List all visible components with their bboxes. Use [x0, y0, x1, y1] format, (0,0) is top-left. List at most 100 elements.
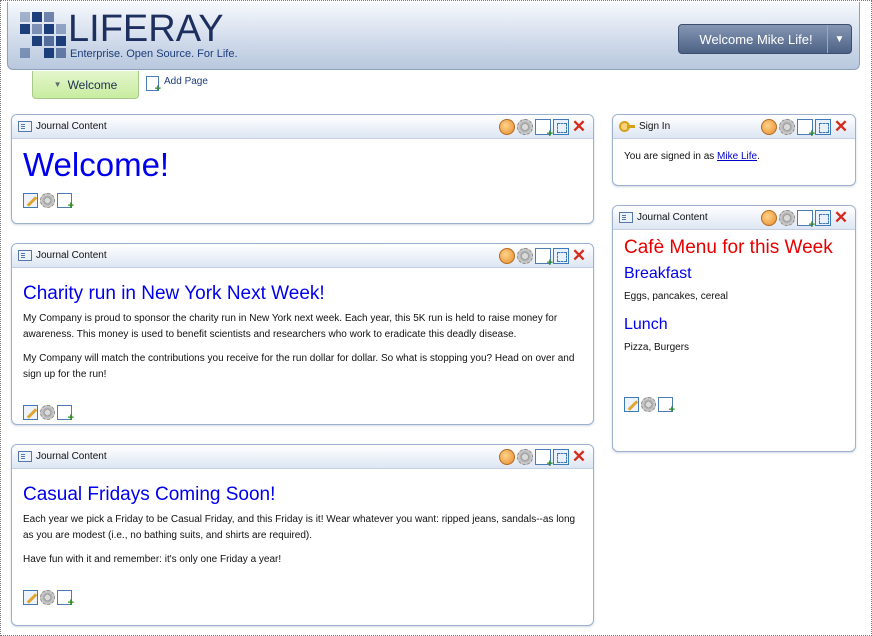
add-page-label: Add Page	[164, 76, 208, 87]
menu-title: Cafè Menu for this Week	[624, 237, 833, 258]
portlet-titlebar[interactable]: Journal Content ✕	[613, 206, 855, 231]
edit-icon[interactable]	[23, 590, 38, 605]
look-and-feel-icon[interactable]	[499, 118, 515, 135]
header: LIFERAY Enterprise. Open Source. For Lif…	[7, 2, 860, 70]
portlet-titlebar[interactable]: Journal Content ✕	[12, 445, 593, 470]
menu-section-text: Pizza, Burgers	[624, 342, 690, 353]
configuration-icon[interactable]	[517, 118, 533, 135]
portlet-charity: Journal Content ✕ Charity run in New Yor…	[11, 243, 594, 425]
look-and-feel-icon[interactable]	[761, 118, 777, 135]
close-icon[interactable]: ✕	[833, 118, 849, 135]
look-and-feel-icon[interactable]	[499, 448, 515, 465]
edit-icon[interactable]	[624, 397, 639, 412]
portlet-sign-in: Sign In ✕ You are signed in as Mike Life…	[612, 114, 856, 186]
article-actions	[624, 397, 844, 416]
signin-suffix: .	[757, 151, 760, 162]
look-and-feel-icon[interactable]	[499, 247, 515, 264]
article-title: Charity run in New York Next Week!	[23, 283, 325, 304]
configuration-icon[interactable]	[779, 209, 795, 226]
configuration-icon[interactable]	[517, 247, 533, 264]
minimize-icon[interactable]	[535, 118, 553, 140]
portlet-title: Journal Content	[637, 212, 708, 223]
portlet-body: Welcome!	[12, 139, 593, 214]
article-paragraph: Have fun with it and remember: it's only…	[23, 554, 282, 565]
user-menu-label: Welcome Mike Life!	[699, 31, 813, 47]
portlet-tools: ✕	[497, 247, 593, 269]
menu-section-heading: Lunch	[624, 316, 668, 333]
minimize-icon[interactable]	[535, 448, 553, 470]
article-paragraph: My Company will match the contributions …	[23, 353, 575, 380]
user-link[interactable]: Mike Life	[717, 151, 757, 162]
signin-prefix: You are signed in as	[624, 151, 718, 162]
signin-status: You are signed in as Mike Life.	[624, 151, 844, 162]
journal-content-icon	[619, 212, 633, 223]
portlet-tools: ✕	[759, 118, 855, 140]
portlet-title: Journal Content	[36, 121, 107, 132]
liferay-logo[interactable]: LIFERAY Enterprise. Open Source. For Lif…	[20, 8, 238, 64]
journal-content-icon	[18, 451, 32, 462]
portlet-welcome: Journal Content ✕ Welcome!	[11, 114, 594, 224]
journal-content-icon	[18, 121, 32, 132]
minimize-icon[interactable]	[797, 118, 815, 140]
portlet-titlebar[interactable]: Journal Content ✕	[12, 115, 593, 140]
add-page-icon	[146, 76, 161, 95]
add-page-button[interactable]: Add Page	[146, 76, 208, 95]
article-actions	[23, 193, 582, 212]
tab-arrow-icon: ▼	[53, 80, 62, 89]
article-actions	[23, 590, 582, 609]
article-paragraph: Each year we pick a Friday to be Casual …	[23, 514, 576, 541]
close-icon[interactable]: ✕	[571, 118, 587, 135]
configuration-icon[interactable]	[517, 448, 533, 465]
article-title: Casual Fridays Coming Soon!	[23, 484, 276, 505]
user-menu-button[interactable]: Welcome Mike Life! ▼	[678, 24, 852, 54]
gear-icon[interactable]	[40, 193, 55, 208]
portlet-casual-fridays: Journal Content ✕ Casual Fridays Coming …	[11, 444, 594, 626]
portlet-titlebar[interactable]: Journal Content ✕	[12, 244, 593, 269]
menu-section-text: Eggs, pancakes, cereal	[624, 291, 728, 302]
gear-icon[interactable]	[641, 397, 656, 412]
logo-grid-icon	[20, 12, 68, 60]
close-icon[interactable]: ✕	[571, 247, 587, 264]
portlet-titlebar[interactable]: Sign In ✕	[613, 115, 855, 140]
journal-content-icon	[18, 250, 32, 261]
maximize-icon[interactable]	[553, 118, 569, 135]
gear-icon[interactable]	[40, 590, 55, 605]
close-icon[interactable]: ✕	[833, 209, 849, 226]
configuration-icon[interactable]	[779, 118, 795, 135]
add-article-icon[interactable]	[658, 397, 675, 416]
maximize-icon[interactable]	[553, 448, 569, 465]
maximize-icon[interactable]	[553, 247, 569, 264]
add-article-icon[interactable]	[57, 193, 74, 212]
minimize-icon[interactable]	[535, 247, 553, 269]
edit-icon[interactable]	[23, 405, 38, 420]
edit-icon[interactable]	[23, 193, 38, 208]
article-title: Welcome!	[23, 146, 170, 183]
portlet-cafe-menu: Journal Content ✕ Cafè Menu for this Wee…	[612, 205, 856, 452]
portlet-body: Cafè Menu for this Week Breakfast Eggs, …	[613, 230, 855, 418]
gear-icon[interactable]	[40, 405, 55, 420]
close-icon[interactable]: ✕	[571, 448, 587, 465]
tab-welcome[interactable]: ▼ Welcome	[32, 71, 139, 99]
portlet-title: Journal Content	[36, 250, 107, 261]
portlet-title: Sign In	[639, 121, 671, 132]
look-and-feel-icon[interactable]	[761, 209, 777, 226]
logo-text: LIFERAY	[68, 8, 224, 50]
portlet-tools: ✕	[497, 448, 593, 470]
portlet-tools: ✕	[497, 118, 593, 140]
article-actions	[23, 405, 582, 424]
menu-section-heading: Breakfast	[624, 265, 692, 282]
portlet-body: Charity run in New York Next Week! My Co…	[12, 268, 593, 424]
maximize-icon[interactable]	[815, 118, 831, 135]
chevron-down-icon[interactable]: ▼	[827, 25, 851, 53]
logo-tagline: Enterprise. Open Source. For Life.	[70, 48, 238, 60]
add-article-icon[interactable]	[57, 590, 74, 609]
minimize-icon[interactable]	[797, 209, 815, 231]
article-paragraph: My Company is proud to sponsor the chari…	[23, 313, 558, 340]
add-article-icon[interactable]	[57, 405, 74, 424]
key-icon	[619, 120, 635, 133]
portlet-title: Journal Content	[36, 451, 107, 462]
portlet-body: Casual Fridays Coming Soon! Each year we…	[12, 469, 593, 611]
maximize-icon[interactable]	[815, 209, 831, 226]
portlet-tools: ✕	[759, 209, 855, 231]
portlet-body: You are signed in as Mike Life.	[613, 139, 855, 168]
